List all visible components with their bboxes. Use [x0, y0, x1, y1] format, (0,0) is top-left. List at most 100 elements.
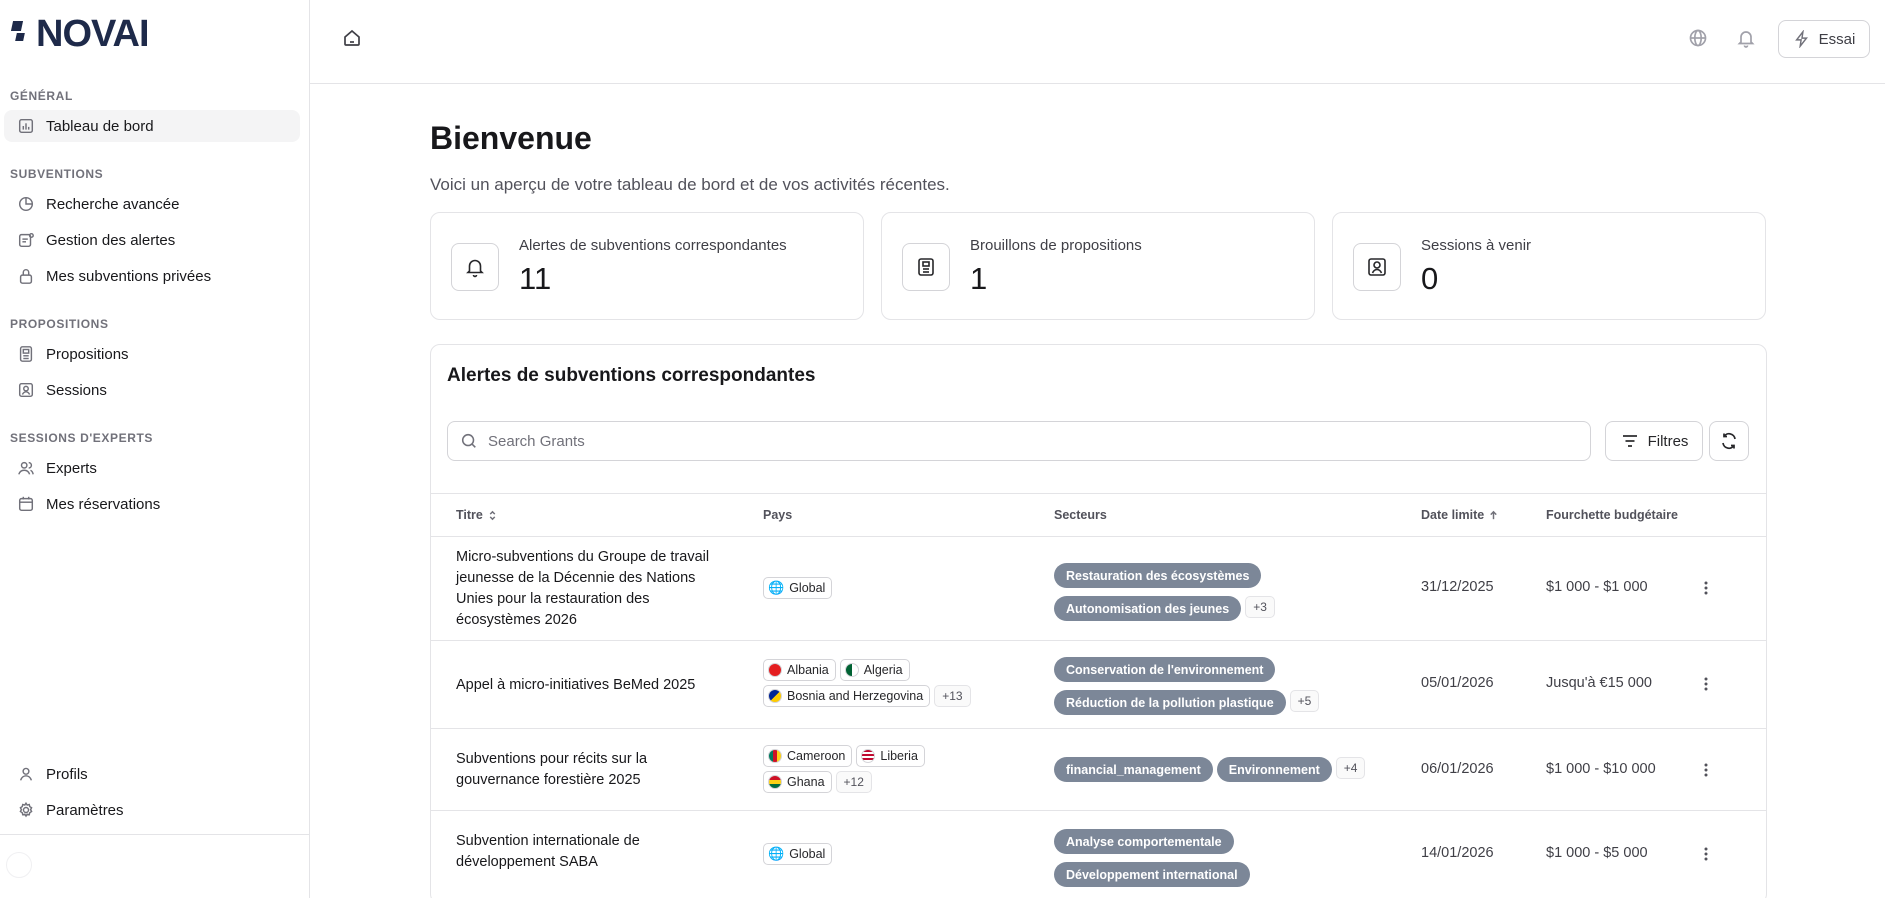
stat-label: Sessions à venir — [1421, 237, 1532, 254]
row-menu-icon[interactable] — [1693, 841, 1719, 867]
sidebar-item-label: Propositions — [46, 345, 129, 363]
sector-more-pill[interactable]: +3 — [1245, 596, 1275, 618]
sort-ascending-icon — [1490, 510, 1497, 519]
sector-tag: Autonomisation des jeunes — [1054, 596, 1242, 621]
table-row[interactable]: Appel à micro-initiatives BeMed 2025 Alb… — [431, 641, 1766, 729]
chart-icon — [16, 116, 36, 136]
pie-icon — [16, 194, 36, 214]
bosnia-flag-icon — [768, 689, 782, 703]
grant-title[interactable]: Subventions pour récits sur la gouvernan… — [456, 749, 726, 791]
sidebar-item-parametres[interactable]: Paramètres — [4, 794, 300, 826]
sidebar-item-experts[interactable]: Experts — [4, 452, 300, 484]
home-icon[interactable] — [338, 24, 366, 52]
logo-text: NOVAI — [36, 12, 150, 55]
column-label: Fourchette budgétaire — [1546, 508, 1678, 522]
sector-tag: Analyse comportementale — [1054, 829, 1234, 854]
country-more-pill[interactable]: +13 — [934, 685, 971, 707]
sidebar-item-propositions[interactable]: Propositions — [4, 338, 300, 370]
ghana-flag-icon — [768, 775, 782, 789]
column-label: Titre — [456, 508, 483, 522]
country-pill: Albania — [763, 659, 836, 681]
sector-tag: Réduction de la pollution plastique — [1054, 690, 1286, 715]
country-pill: 🌐 Global — [763, 843, 833, 865]
session-icon — [16, 380, 36, 400]
sector-more-pill[interactable]: +4 — [1335, 757, 1366, 779]
country-list: Albania Algeria Bosnia and Herzegovina +… — [763, 659, 983, 707]
sidebar-item-label: Profils — [46, 765, 88, 783]
sidebar-item-label: Mes réservations — [46, 495, 161, 513]
sidebar-item-recherche-avancee[interactable]: Recherche avancée — [4, 188, 300, 220]
table-row[interactable]: Subvention internationale de développeme… — [431, 811, 1766, 898]
country-pill: Cameroon — [763, 745, 853, 767]
sidebar-item-label: Experts — [46, 459, 97, 477]
search-box[interactable] — [447, 421, 1591, 461]
sidebar-item-profils[interactable]: Profils — [4, 758, 300, 790]
grant-title[interactable]: Subvention internationale de développeme… — [456, 831, 726, 873]
column-label: Pays — [763, 508, 793, 522]
search-input[interactable] — [488, 432, 1578, 450]
sidebar-item-tableau-de-bord[interactable]: Tableau de bord — [4, 110, 300, 142]
sidebar-footer-avatar[interactable] — [6, 852, 32, 878]
sector-tag: Environnement — [1216, 757, 1332, 782]
column-deadline-header[interactable]: Date limite — [1421, 508, 1499, 522]
lightning-icon — [1794, 30, 1808, 48]
filter-icon — [1622, 435, 1637, 447]
country-name: Global — [789, 847, 826, 861]
country-name: Algeria — [863, 663, 903, 677]
country-pill: Algeria — [839, 659, 910, 681]
row-menu-icon[interactable] — [1693, 757, 1719, 783]
sidebar-item-mes-subventions-privees[interactable]: Mes subventions privées — [4, 260, 300, 292]
column-label: Secteurs — [1054, 508, 1107, 522]
refresh-icon — [1722, 432, 1736, 450]
essai-button[interactable]: Essai — [1778, 20, 1870, 58]
page-title: Bienvenue — [430, 120, 592, 156]
grant-budget: $1 000 - $10 000 — [1546, 761, 1656, 777]
proposal-icon — [902, 243, 950, 291]
filters-button[interactable]: Filtres — [1605, 421, 1703, 461]
sidebar-item-gestion-alertes[interactable]: Gestion des alertes — [4, 224, 300, 256]
globe-icon[interactable] — [1684, 24, 1712, 52]
stat-card-alertes[interactable]: Alertes de subventions correspondantes 1… — [430, 212, 864, 320]
stat-card-sessions[interactable]: Sessions à venir 0 — [1332, 212, 1766, 320]
country-name: Cameroon — [787, 749, 846, 763]
sector-more-pill[interactable]: +5 — [1289, 690, 1320, 712]
grant-budget: $1 000 - $5 000 — [1546, 845, 1648, 861]
stat-card-brouillons[interactable]: Brouillons de propositions 1 — [881, 212, 1315, 320]
topbar — [310, 0, 1885, 84]
country-more-pill[interactable]: +12 — [835, 771, 872, 793]
gear-icon — [16, 800, 36, 820]
sector-list: financial_management Environnement +4 — [1054, 757, 1394, 782]
nav-section-general: GÉNÉRAL — [10, 89, 73, 103]
alerts-panel: Alertes de subventions correspondantes F… — [430, 344, 1767, 898]
sector-tag: Conservation de l'environnement — [1054, 657, 1276, 682]
liberia-flag-icon — [861, 749, 876, 763]
row-menu-icon[interactable] — [1693, 671, 1719, 697]
sidebar-item-label: Gestion des alertes — [46, 231, 176, 249]
globe-icon: 🌐 — [768, 580, 785, 595]
sidebar: NOVAI GÉNÉRAL Tableau de bord SUBVENTION… — [0, 0, 310, 898]
grant-title[interactable]: Appel à micro-initiatives BeMed 2025 — [456, 675, 726, 696]
country-pill: Liberia — [856, 745, 925, 767]
grant-deadline: 06/01/2026 — [1421, 761, 1494, 777]
essai-label: Essai — [1818, 30, 1856, 48]
bell-icon[interactable] — [1732, 24, 1760, 52]
grant-budget: $1 000 - $1 000 — [1546, 579, 1648, 595]
grant-deadline: 31/12/2025 — [1421, 579, 1494, 595]
sector-list: Restauration des écosystèmes Autonomisat… — [1054, 563, 1394, 621]
grant-deadline: 05/01/2026 — [1421, 675, 1494, 691]
row-menu-icon[interactable] — [1693, 575, 1719, 601]
sidebar-item-label: Sessions — [46, 381, 107, 399]
stat-value: 0 — [1421, 261, 1439, 296]
novai-logo[interactable]: NOVAI — [10, 12, 150, 55]
column-title-header[interactable]: Titre — [456, 508, 498, 522]
country-list: 🌐 Global — [763, 577, 983, 599]
sidebar-item-label: Paramètres — [46, 801, 124, 819]
calendar-icon — [16, 494, 36, 514]
table-row[interactable]: Micro-subventions du Groupe de travail j… — [431, 537, 1766, 641]
grant-title[interactable]: Micro-subventions du Groupe de travail j… — [456, 547, 726, 631]
sidebar-item-mes-reservations[interactable]: Mes réservations — [4, 488, 300, 520]
sidebar-item-sessions[interactable]: Sessions — [4, 374, 300, 406]
refresh-button[interactable] — [1709, 421, 1749, 461]
table-row[interactable]: Subventions pour récits sur la gouvernan… — [431, 729, 1766, 811]
country-name: Albania — [787, 663, 829, 677]
